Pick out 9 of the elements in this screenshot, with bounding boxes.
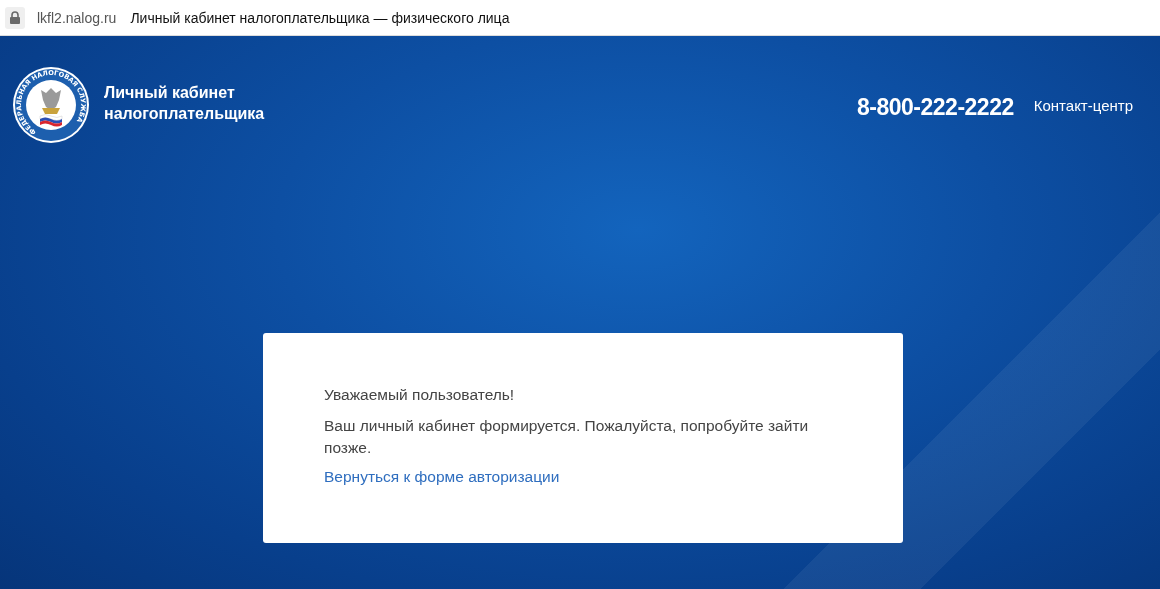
url-text[interactable]: lkfl2.nalog.ru [37,9,117,26]
greeting-text: Уважаемый пользователь! [324,386,516,404]
message-text: Ваш личный кабинет формируется. Пожалуйста, попробуйте зайти позже. [324,416,810,458]
site-title: Личный кабинет налогоплательщика [104,83,265,124]
back-to-login-link[interactable]: Вернуться к форме авторизации [324,468,560,486]
phone-number: 8-800-222-2222 [857,94,1014,121]
lock-icon[interactable] [5,6,25,29]
contact-center-link[interactable]: Контакт-центр [1033,96,1133,114]
page-title: Личный кабинет налогоплательщика — физического лица [130,9,510,26]
